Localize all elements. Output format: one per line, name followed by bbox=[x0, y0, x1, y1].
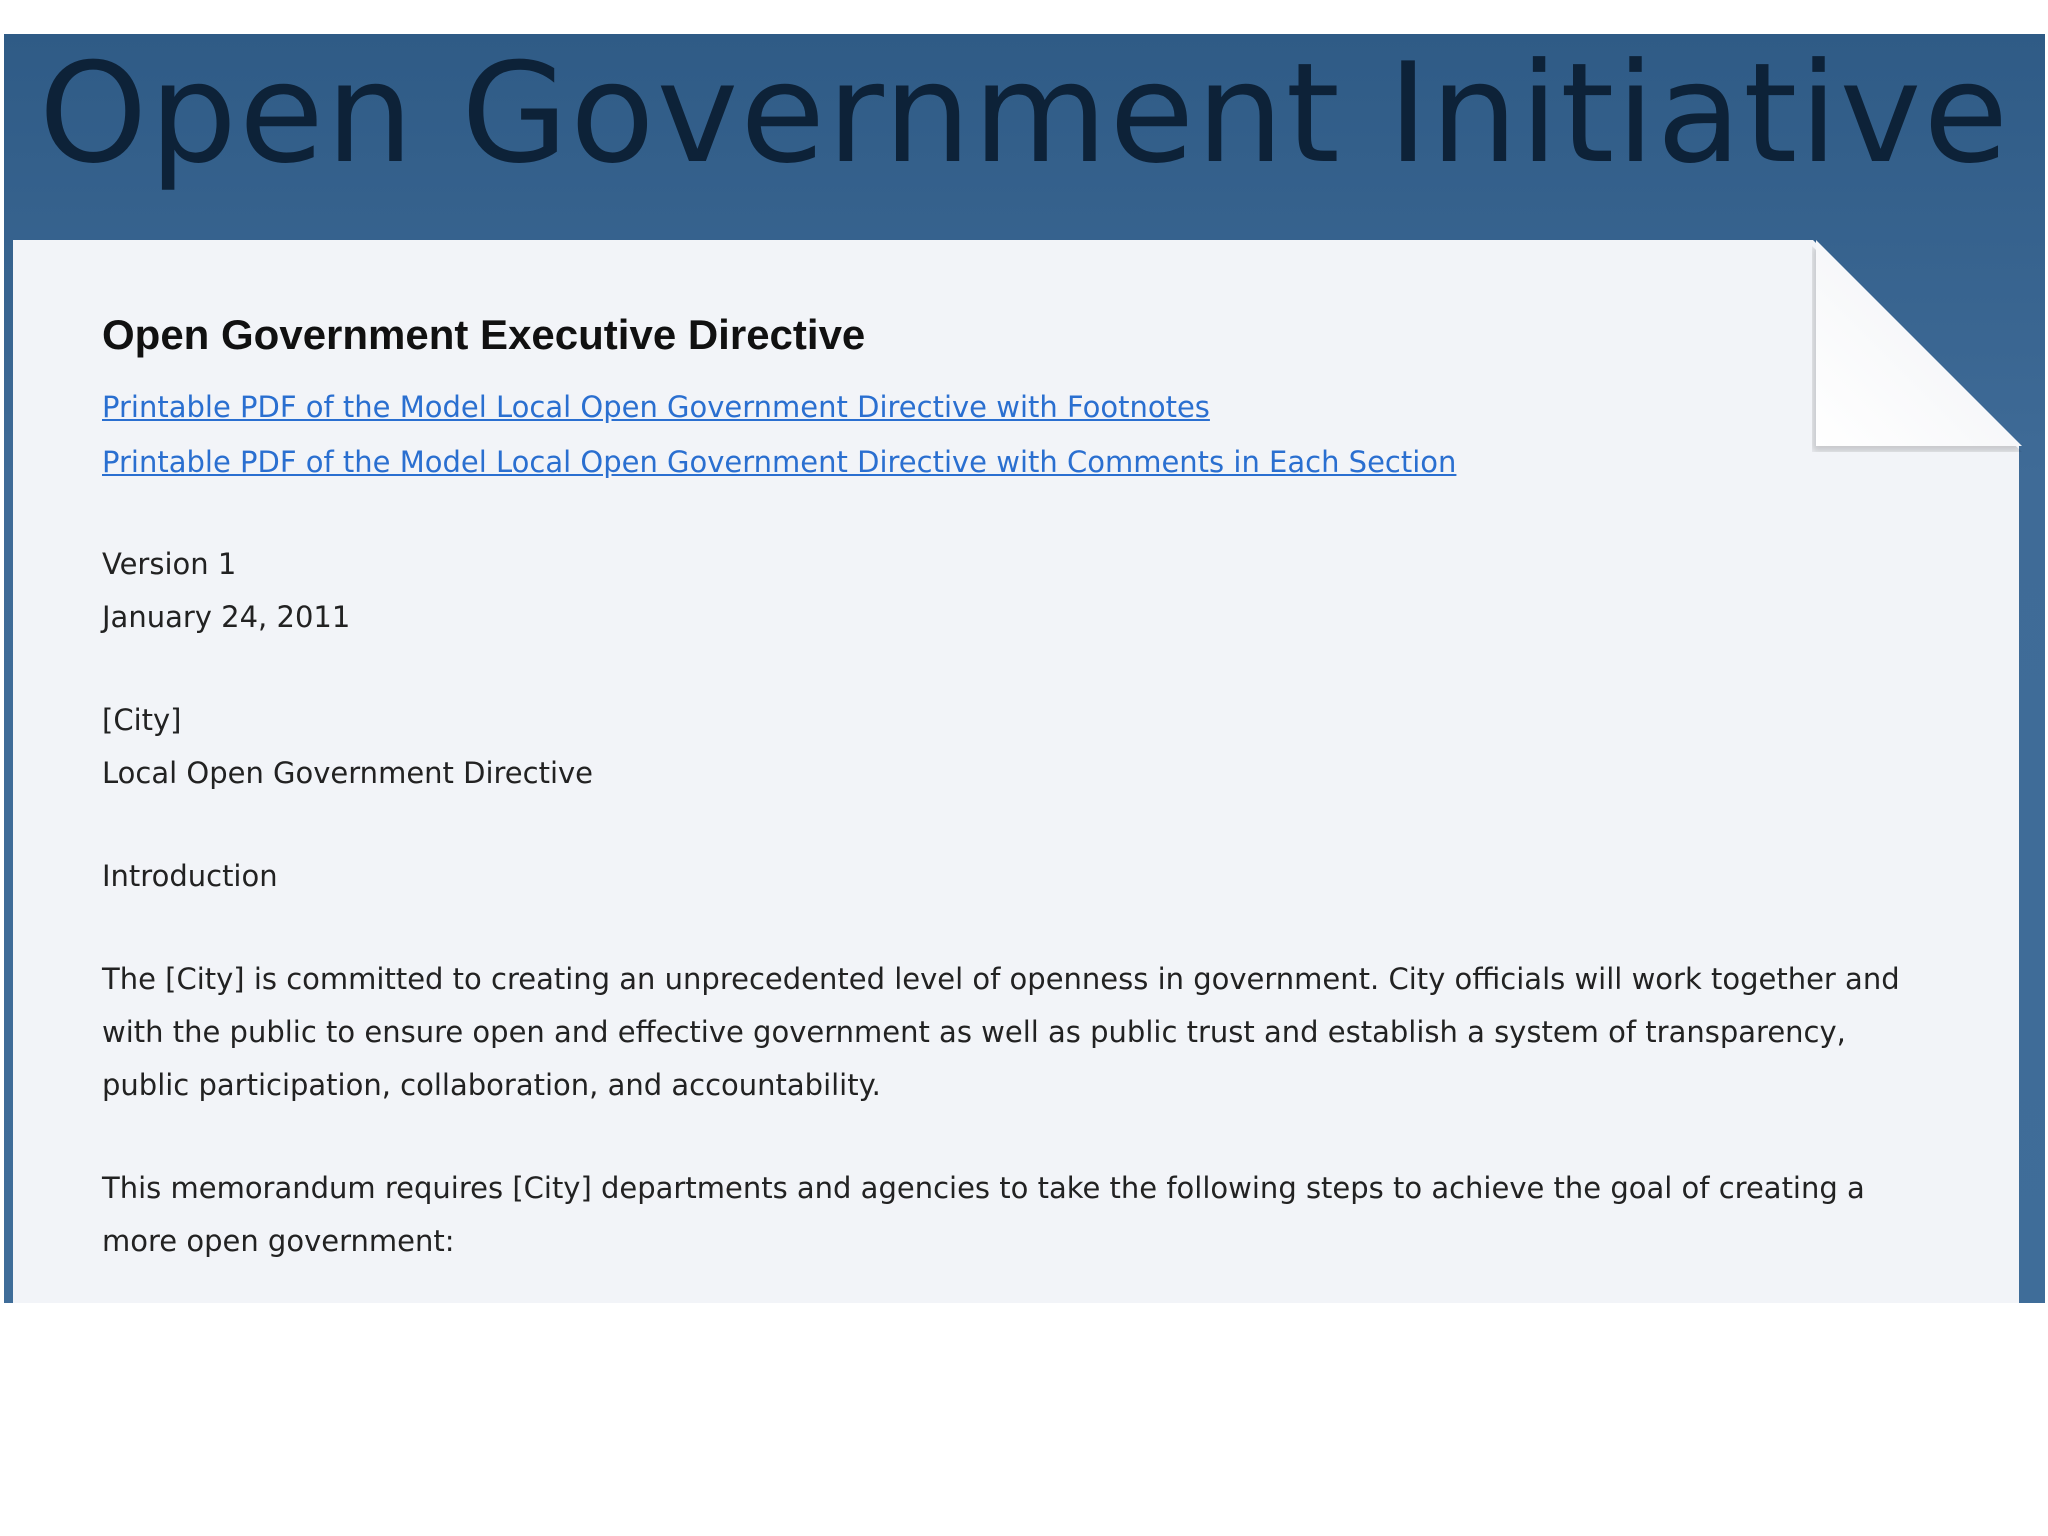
pdf-link-footnotes[interactable]: Printable PDF of the Model Local Open Go… bbox=[102, 380, 1942, 435]
paragraph-block-2: This memorandum requires [City] departme… bbox=[102, 1162, 1942, 1268]
document-title: Open Government Executive Directive bbox=[102, 311, 866, 358]
pdf-links: Printable PDF of the Model Local Open Go… bbox=[102, 380, 1942, 490]
section-heading-block: Introduction bbox=[102, 850, 1942, 903]
section-heading: Introduction bbox=[102, 859, 278, 893]
document-content: Open Government Executive Directive Prin… bbox=[102, 300, 1942, 1268]
version-block: Version 1 January 24, 2011 bbox=[102, 538, 1942, 644]
version-label: Version 1 bbox=[102, 547, 237, 581]
directive-name: Local Open Government Directive bbox=[102, 756, 594, 790]
city-placeholder: [City] bbox=[102, 703, 182, 737]
intro-paragraph: The [City] is committed to creating an u… bbox=[102, 962, 1900, 1102]
directive-heading-block: [City] Local Open Government Directive bbox=[102, 694, 1942, 800]
paragraph-block-1: The [City] is committed to creating an u… bbox=[102, 953, 1942, 1112]
pdf-link-comments[interactable]: Printable PDF of the Model Local Open Go… bbox=[102, 435, 1942, 490]
version-date: January 24, 2011 bbox=[102, 600, 351, 634]
memorandum-paragraph: This memorandum requires [City] departme… bbox=[102, 1171, 1865, 1258]
site-title: Open Government Initiative bbox=[38, 33, 2011, 194]
